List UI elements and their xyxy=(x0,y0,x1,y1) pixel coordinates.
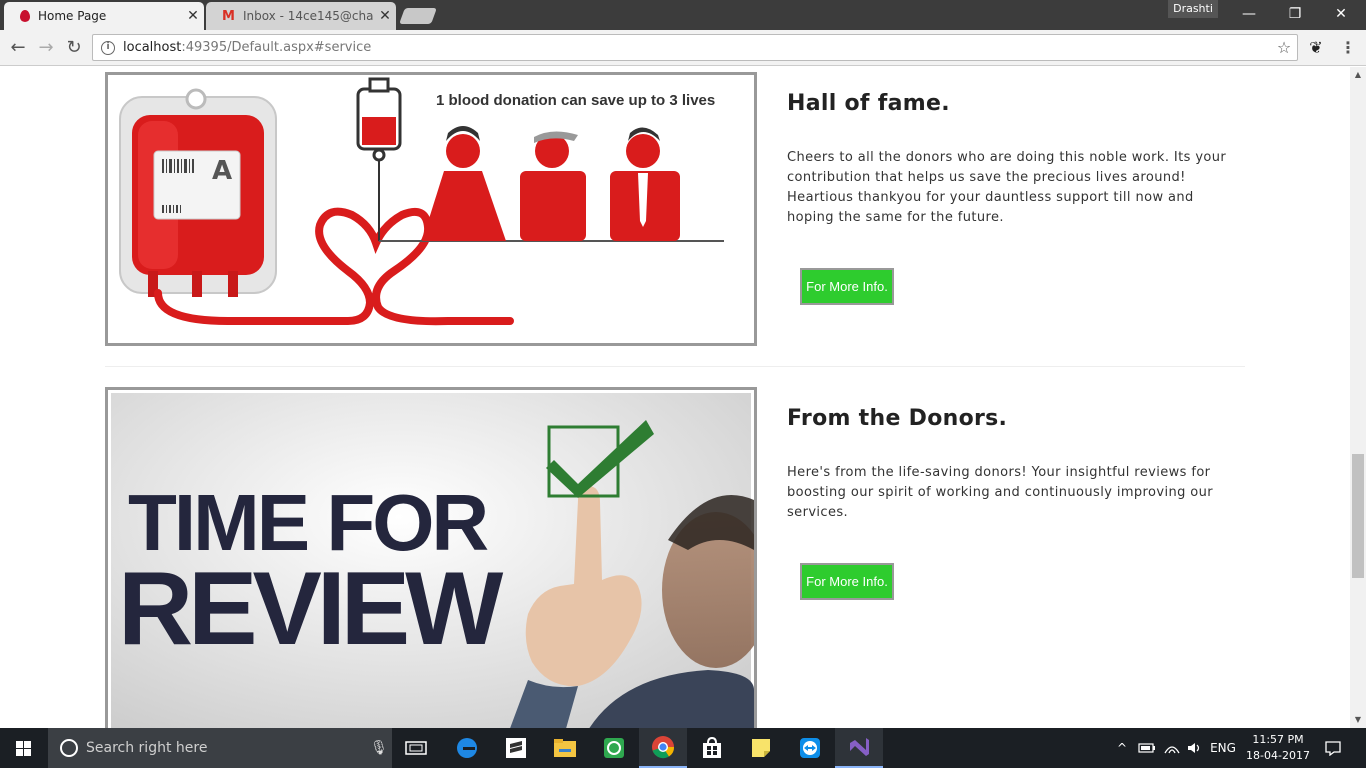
scroll-thumb[interactable] xyxy=(1352,454,1364,578)
close-tab-icon[interactable]: ✕ xyxy=(182,8,204,24)
section-text-from-donors: Here's from the life-saving donors! Your… xyxy=(787,465,1214,520)
hall-of-fame-image: A 1 blood donation can save up to 3 live… xyxy=(105,72,757,346)
windows-start-button[interactable] xyxy=(0,728,48,768)
section-divider xyxy=(105,366,1245,367)
search-placeholder[interactable]: Search right here xyxy=(86,740,366,756)
chrome-icon[interactable] xyxy=(639,728,687,768)
bookmark-star-icon[interactable]: ☆ xyxy=(1271,38,1297,57)
time-for-review-image: TIME FOR REVIEW xyxy=(105,387,757,728)
visual-studio-icon[interactable] xyxy=(835,728,883,768)
more-info-button-hall-of-fame[interactable]: For More Info. xyxy=(800,268,894,305)
blood-group-label: A xyxy=(212,156,232,186)
browser-toolbar: ← → ↻ i localhost:49395/Default.aspx#ser… xyxy=(0,30,1366,66)
back-icon[interactable]: ← xyxy=(6,36,30,60)
minimize-button[interactable]: — xyxy=(1226,0,1272,28)
section-text-hall-of-fame: Cheers to all the donors who are doing t… xyxy=(787,150,1227,225)
gmail-icon: M xyxy=(222,8,235,24)
action-center-icon[interactable] xyxy=(1318,728,1348,768)
evernote-icon[interactable] xyxy=(590,728,638,768)
sticky-notes-icon[interactable] xyxy=(737,728,785,768)
taskbar-search[interactable]: Search right here 🎙 xyxy=(48,728,392,768)
edge-icon[interactable] xyxy=(443,728,491,768)
sublime-text-icon[interactable] xyxy=(492,728,540,768)
store-icon[interactable] xyxy=(688,728,736,768)
restore-button[interactable]: ❐ xyxy=(1272,0,1318,28)
clock-date: 18-04-2017 xyxy=(1246,749,1310,762)
section-title-from-donors: From the Donors. xyxy=(787,406,1008,431)
profile-badge[interactable]: Drashti xyxy=(1168,0,1218,18)
tab-label: Home Page xyxy=(38,9,107,23)
tab-label: Inbox - 14ce145@charus xyxy=(242,9,374,23)
extension-icon[interactable]: ❦ xyxy=(1306,38,1326,58)
new-tab-button[interactable] xyxy=(399,8,437,24)
wifi-icon[interactable] xyxy=(1160,728,1184,768)
close-window-button[interactable]: ✕ xyxy=(1318,0,1364,28)
forward-icon[interactable]: → xyxy=(34,36,58,60)
windows-taskbar: Search right here 🎙 ^ ENG 11:57 PM 18-04… xyxy=(0,728,1366,768)
language-indicator[interactable]: ENG xyxy=(1208,728,1238,768)
cortana-icon xyxy=(60,739,78,757)
clock[interactable]: 11:57 PM 18-04-2017 xyxy=(1240,732,1316,764)
tab-home-page[interactable]: Home Page ✕ xyxy=(4,2,204,30)
tab-inbox[interactable]: M Inbox - 14ce145@charus ✕ xyxy=(206,2,396,30)
url-text[interactable]: localhost:49395/Default.aspx#service xyxy=(123,40,1271,55)
show-hidden-icons-icon[interactable]: ^ xyxy=(1112,728,1132,768)
battery-icon[interactable] xyxy=(1136,728,1158,768)
task-view-icon[interactable] xyxy=(392,728,440,768)
more-info-button-from-donors[interactable]: For More Info. xyxy=(800,563,894,600)
blood-drop-icon xyxy=(20,10,30,22)
donation-headline: 1 blood donation can save up to 3 lives xyxy=(436,92,715,109)
file-explorer-icon[interactable] xyxy=(541,728,589,768)
address-bar[interactable]: i localhost:49395/Default.aspx#service ☆ xyxy=(92,34,1298,61)
browser-titlebar: Home Page ✕ M Inbox - 14ce145@charus ✕ D… xyxy=(0,0,1366,30)
reload-icon[interactable]: ↻ xyxy=(62,36,86,60)
microphone-icon[interactable]: 🎙 xyxy=(366,740,392,756)
scroll-up-icon[interactable]: ▲ xyxy=(1350,67,1366,83)
clock-time: 11:57 PM xyxy=(1252,733,1304,746)
more-menu-icon[interactable]: ⋮ xyxy=(1338,38,1358,58)
scroll-down-icon[interactable]: ▼ xyxy=(1350,712,1366,728)
volume-icon[interactable] xyxy=(1184,728,1206,768)
review-line-2: REVIEW xyxy=(118,551,504,667)
page-scrollbar[interactable]: ▲ ▼ xyxy=(1350,67,1366,728)
page-viewport: A 1 blood donation can save up to 3 live… xyxy=(0,67,1350,728)
teamviewer-icon[interactable] xyxy=(786,728,834,768)
info-icon[interactable]: i xyxy=(101,40,115,55)
windows-logo-icon xyxy=(16,741,31,756)
close-tab-icon[interactable]: ✕ xyxy=(374,8,396,24)
section-title-hall-of-fame: Hall of fame. xyxy=(787,91,950,116)
